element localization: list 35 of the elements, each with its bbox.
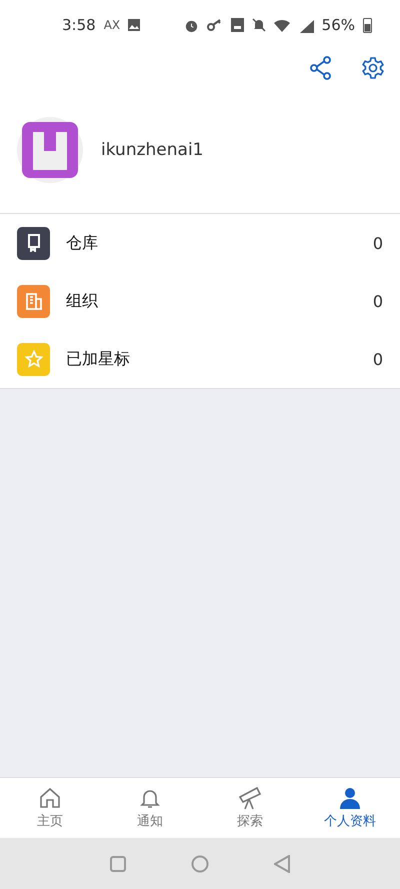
- row-label: 组织: [66, 290, 99, 312]
- image-icon: [128, 19, 140, 31]
- telescope-icon: [237, 786, 263, 810]
- share-button[interactable]: [308, 55, 334, 81]
- settings-button[interactable]: [360, 55, 386, 81]
- username: ikunzhenai1: [101, 140, 204, 160]
- wifi-icon: [274, 18, 290, 32]
- row-count: 0: [372, 350, 383, 368]
- row-label: 仓库: [66, 232, 99, 254]
- row-label: 已加星标: [66, 348, 131, 370]
- recents-icon[interactable]: [110, 856, 126, 872]
- book-icon: [26, 234, 42, 252]
- person-icon: [338, 786, 362, 810]
- clock-time: 3:58: [62, 16, 96, 34]
- row-count: 0: [372, 234, 383, 252]
- home-circle-icon[interactable]: [191, 854, 209, 872]
- carrier-label: AX: [104, 18, 120, 32]
- battery-percent: 56%: [322, 16, 355, 34]
- nav-tab[interactable]: 探索: [200, 778, 300, 838]
- back-icon[interactable]: [274, 854, 290, 872]
- menu-row[interactable]: 已加星标 0: [0, 330, 400, 388]
- menu-row[interactable]: 组织 0: [0, 272, 400, 330]
- bell-muted-icon: [252, 18, 266, 32]
- nav-tab[interactable]: 通知: [100, 778, 200, 838]
- signal-icon: [298, 18, 314, 32]
- battery-icon: [363, 17, 372, 33]
- building-icon: [24, 292, 42, 310]
- star-icon: [24, 350, 42, 368]
- nav-tab[interactable]: 个人资料: [300, 778, 400, 838]
- avatar: [17, 116, 83, 182]
- row-count: 0: [372, 292, 383, 310]
- menu-row[interactable]: 仓库 0: [0, 214, 400, 272]
- nav-tab[interactable]: 主页: [0, 778, 100, 838]
- home-icon: [38, 786, 62, 810]
- key-icon: [206, 19, 223, 31]
